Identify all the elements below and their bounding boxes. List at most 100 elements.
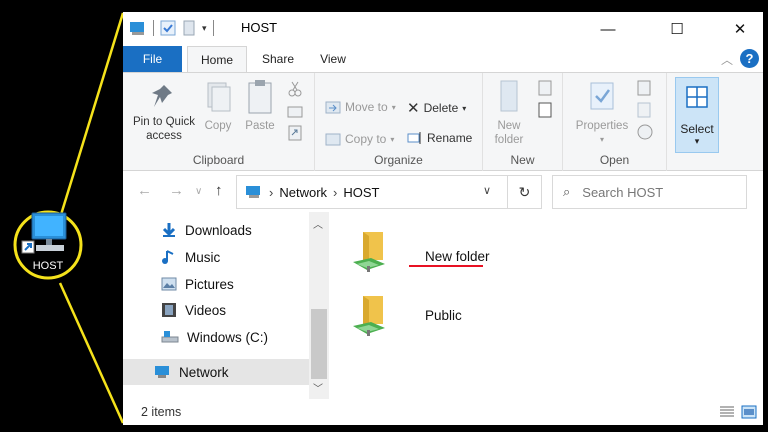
minimize-button[interactable]: — — [585, 12, 631, 46]
search-box[interactable]: ⌕ Search HOST — [552, 175, 747, 209]
rename-icon — [407, 132, 421, 144]
recent-locations-chevron-icon[interactable]: ∨ — [195, 186, 202, 197]
move-to-icon — [325, 101, 341, 114]
maximize-icon: ☐ — [670, 21, 684, 38]
scroll-thumb[interactable] — [311, 309, 327, 379]
tab-home[interactable]: Home — [187, 46, 247, 73]
list-item[interactable]: Public — [349, 290, 462, 340]
new-folder-button[interactable]: New folder — [487, 79, 531, 147]
scroll-down-arrow-icon[interactable]: ﹀ — [313, 380, 323, 395]
drive-icon — [161, 331, 179, 343]
explorer-window: ▾ HOST — ☐ ✕ File Home Share View ︿ ? Pi… — [123, 12, 763, 425]
details-view-icon[interactable] — [719, 405, 735, 419]
nav-label: Downloads — [185, 222, 252, 238]
forward-arrow-icon[interactable]: → — [169, 182, 184, 199]
content-pane: New folder Public — [329, 212, 763, 399]
new-group: New folder New — [483, 73, 563, 171]
pin-label-line2: access — [146, 130, 182, 142]
title-bar: ▾ HOST — ☐ ✕ — [123, 12, 763, 46]
help-icon[interactable]: ? — [740, 49, 759, 68]
paste-button[interactable]: Paste — [243, 79, 277, 133]
file-name: Public — [425, 308, 462, 323]
new-folder-qa-icon[interactable] — [182, 20, 196, 36]
paste-shortcut-icon[interactable] — [287, 125, 303, 141]
move-to-button[interactable]: Move to ▾ — [325, 99, 396, 115]
tab-file[interactable]: File — [123, 46, 182, 72]
nav-item-music[interactable]: Music — [161, 246, 220, 268]
easy-access-icon[interactable] — [533, 101, 557, 119]
breadcrumb-chevron-icon: › — [333, 184, 338, 200]
delete-x-icon: ✕ — [407, 100, 420, 117]
up-arrow-icon[interactable]: ↑ — [215, 182, 223, 199]
copy-button[interactable]: Copy — [201, 81, 235, 133]
pin-to-quick-access-button[interactable]: Pin to Quick access — [129, 81, 199, 143]
edit-icon[interactable] — [635, 101, 655, 119]
open-group-label: Open — [599, 153, 630, 167]
delete-button[interactable]: ✕ Delete ▾ — [407, 99, 466, 117]
explorer-app-icon — [130, 22, 144, 35]
breadcrumb-chevron-icon: › — [269, 184, 274, 200]
address-row: ← → ∨ ↑ › Network › HOST ∨ ↻ ⌕ Search HO… — [123, 172, 763, 212]
history-icon[interactable] — [635, 123, 655, 141]
list-item[interactable]: New folder — [349, 226, 490, 276]
open-group: Properties ▾ Open — [563, 73, 667, 171]
new-folder-icon — [500, 80, 518, 112]
new-item-icon[interactable] — [533, 79, 557, 97]
shared-folder-icon — [353, 232, 385, 272]
nav-item-pictures[interactable]: Pictures — [161, 273, 234, 295]
open-icon[interactable] — [635, 79, 655, 97]
large-icons-view-icon[interactable] — [741, 405, 757, 419]
nav-item-videos[interactable]: Videos — [161, 299, 226, 321]
view-switcher — [719, 405, 757, 419]
network-icon — [155, 366, 169, 378]
address-history-dropdown-icon[interactable]: ∨ — [483, 184, 491, 197]
collapse-ribbon-icon[interactable]: ︿ — [721, 51, 733, 68]
close-button[interactable]: ✕ — [717, 12, 763, 46]
rename-button[interactable]: Rename — [407, 131, 472, 145]
ribbon-tabs: File Home Share View ︿ ? — [123, 46, 763, 73]
nav-label: Pictures — [185, 276, 234, 292]
delete-label: Delete — [423, 101, 459, 115]
desktop-shortcut-host[interactable]: HOST — [16, 207, 80, 283]
tab-view[interactable]: View — [310, 46, 356, 72]
file-name: New folder — [425, 249, 490, 264]
nav-item-network[interactable]: Network — [123, 359, 309, 385]
organize-group-label: Organize — [374, 153, 423, 167]
copy-to-icon — [325, 133, 341, 146]
clipboard-group: Pin to Quick access Copy Paste Clipboard — [123, 73, 315, 171]
refresh-button[interactable]: ↻ — [507, 175, 542, 209]
separator — [153, 20, 154, 36]
tab-share[interactable]: Share — [253, 46, 303, 72]
move-to-label: Move to — [345, 100, 388, 114]
status-bar: 2 items — [123, 399, 763, 425]
search-icon: ⌕ — [563, 184, 571, 199]
nav-label: Windows (C:) — [187, 329, 269, 345]
new-folder-label-line1: New — [497, 120, 521, 132]
download-arrow-icon — [162, 223, 176, 237]
select-button[interactable]: Select ▾ — [675, 77, 719, 153]
copy-to-button[interactable]: Copy to ▾ — [325, 131, 394, 147]
customize-qa-dropdown-icon[interactable]: ▾ — [202, 23, 207, 34]
nav-scrollbar[interactable]: ︿ ﹀ — [309, 212, 329, 399]
copy-icon — [207, 82, 231, 112]
nav-item-downloads[interactable]: Downloads — [161, 219, 252, 241]
breadcrumb-host[interactable]: HOST — [343, 185, 379, 200]
breadcrumb-network[interactable]: Network — [279, 185, 327, 200]
pictures-icon — [161, 277, 177, 291]
back-arrow-icon[interactable]: ← — [137, 182, 152, 199]
maximize-button[interactable]: ☐ — [654, 12, 700, 46]
scroll-up-arrow-icon[interactable]: ︿ — [313, 216, 323, 231]
properties-button[interactable]: Properties ▾ — [573, 79, 631, 147]
film-icon — [162, 303, 176, 317]
refresh-icon: ↻ — [518, 183, 531, 200]
desktop-shortcut-label: HOST — [32, 260, 64, 272]
nav-item-windows-c[interactable]: Windows (C:) — [161, 326, 268, 348]
properties-check-icon[interactable] — [160, 20, 176, 36]
quick-access-toolbar: ▾ — [129, 20, 214, 36]
pin-label-line1: Pin to Quick — [133, 116, 195, 128]
address-bar[interactable]: › Network › HOST — [236, 175, 542, 209]
copy-path-icon[interactable] — [287, 105, 303, 119]
paste-clipboard-icon — [248, 80, 272, 114]
cut-icon[interactable] — [287, 81, 303, 97]
shared-folder-icon — [353, 296, 385, 336]
